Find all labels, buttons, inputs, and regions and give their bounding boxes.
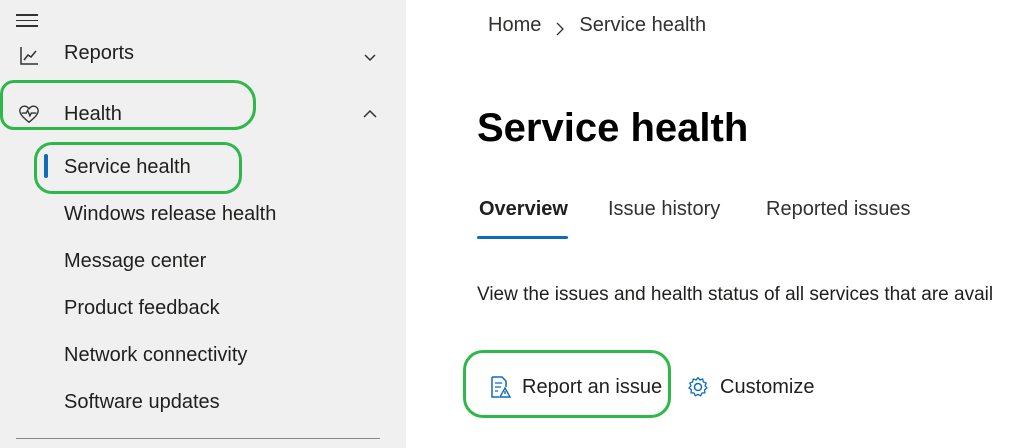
sidebar-divider: [16, 438, 380, 439]
nav-item-health-label: Health: [64, 102, 122, 125]
page-title: Service health: [477, 106, 749, 150]
breadcrumb: Home Service health: [488, 14, 706, 37]
hamburger-icon[interactable]: [16, 14, 40, 32]
customize-label: Customize: [720, 375, 815, 398]
tab-reported-issues[interactable]: Reported issues: [766, 198, 911, 221]
report-issue-icon: [488, 375, 512, 399]
selected-indicator: [44, 154, 48, 178]
chevron-down-icon[interactable]: [360, 48, 380, 68]
breadcrumb-home[interactable]: Home: [488, 14, 541, 37]
tab-issue-history[interactable]: Issue history: [608, 198, 720, 221]
page-description: View the issues and health status of all…: [477, 284, 994, 305]
left-navigation: Reports Health Service health Windows re…: [0, 0, 406, 448]
nav-subitem-service-health[interactable]: Service health: [64, 156, 191, 179]
nav-item-reports[interactable]: Reports: [0, 36, 406, 76]
nav-subitem-product-feedback[interactable]: Product feedback: [64, 297, 220, 320]
nav-subitem-message-center[interactable]: Message center: [64, 250, 206, 273]
active-tab-indicator: [477, 236, 568, 239]
tab-overview[interactable]: Overview: [479, 198, 568, 221]
chevron-right-icon: [555, 19, 565, 35]
report-issue-label: Report an issue: [522, 375, 663, 398]
heart-pulse-icon: [18, 103, 40, 125]
nav-item-health[interactable]: Health: [0, 94, 406, 134]
nav-subitem-network-connectivity[interactable]: Network connectivity: [64, 344, 247, 367]
nav-subitem-windows-release-health[interactable]: Windows release health: [64, 203, 276, 226]
reports-chart-icon: [18, 45, 40, 67]
report-issue-button[interactable]: Report an issue: [488, 372, 662, 402]
customize-button[interactable]: Customize: [686, 372, 814, 402]
nav-item-reports-label: Reports: [64, 42, 135, 64]
chevron-up-icon[interactable]: [360, 104, 380, 124]
nav-subitem-software-updates[interactable]: Software updates: [64, 391, 220, 414]
breadcrumb-current: Service health: [579, 14, 707, 36]
gear-icon: [686, 375, 710, 399]
